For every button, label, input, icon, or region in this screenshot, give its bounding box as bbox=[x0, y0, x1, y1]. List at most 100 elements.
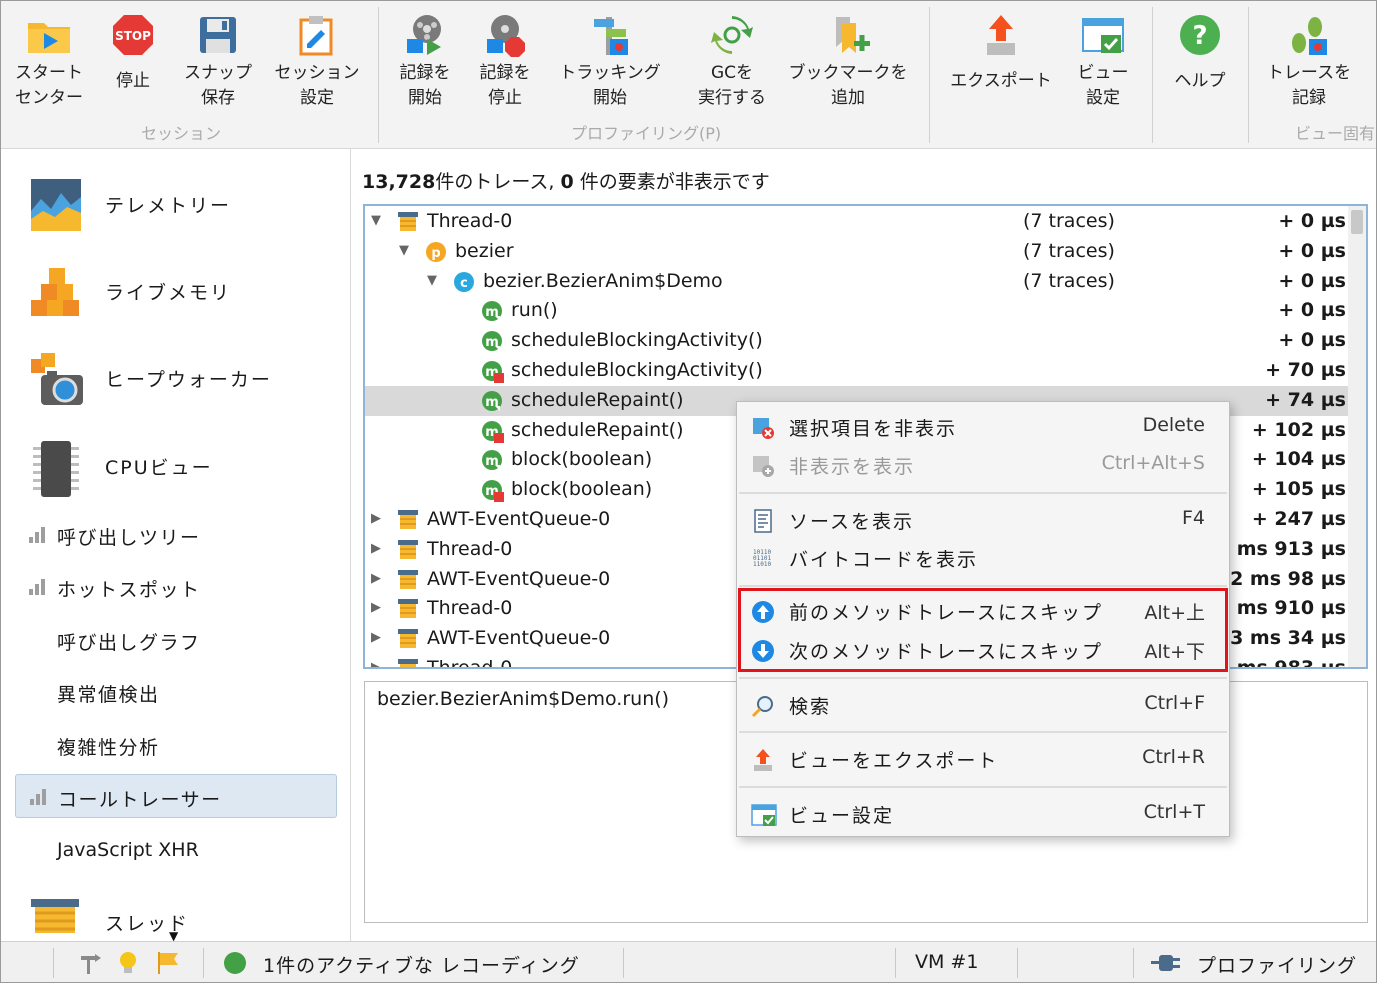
tree-row[interactable]: m scheduleBlockingActivity() + 0 µs bbox=[365, 326, 1350, 356]
lightbulb-icon[interactable] bbox=[117, 950, 139, 980]
status-separator bbox=[53, 948, 54, 978]
collapse-arrow-icon[interactable]: ▼ bbox=[427, 273, 441, 288]
summary-text: 件の要素が非表示です bbox=[573, 171, 770, 193]
expand-arrow-icon[interactable]: ▶ bbox=[371, 601, 385, 615]
save-snapshot-button[interactable]: スナップ 保存 bbox=[177, 7, 259, 115]
trace-detail-text: bezier.BezierAnim$Demo.run() bbox=[377, 688, 670, 710]
thread-icon bbox=[397, 569, 419, 591]
sidebar: テレメトリー ライブメモリ ヒープウォーカー CPUビュー 呼び出しツリー ホッ… bbox=[1, 149, 351, 941]
menu-item-show-hidden[interactable]: 非表示を表示 Ctrl+Alt+S bbox=[737, 446, 1229, 484]
menu-item-show-bytecode[interactable]: 10110 01101 11010 バイトコードを表示 bbox=[737, 539, 1229, 577]
sidebar-item-cpu-views[interactable]: CPUビュー bbox=[1, 425, 350, 505]
tree-row[interactable]: ▼ c bezier.BezierAnim$Demo (7 traces) + 0 µs bbox=[365, 267, 1350, 297]
status-separator bbox=[1133, 948, 1134, 978]
svg-text:STOP: STOP bbox=[115, 29, 151, 43]
profiler-window: スタート センター STOP 停止 スナップ 保存 セッション 設定 セッション bbox=[0, 0, 1377, 983]
expand-arrow-icon[interactable]: ▶ bbox=[371, 661, 385, 668]
tree-scrollbar[interactable] bbox=[1348, 206, 1366, 667]
tree-row-name: scheduleBlockingActivity() bbox=[511, 359, 763, 381]
collapse-arrow-icon[interactable]: ▼ bbox=[371, 214, 385, 228]
start-recording-button[interactable]: 記録を 開始 bbox=[389, 7, 461, 115]
menu-item-view-settings[interactable]: ビュー設定 Ctrl+T bbox=[737, 795, 1229, 833]
stop-button[interactable]: STOP 停止 bbox=[97, 7, 169, 115]
svg-text:11010: 11010 bbox=[753, 561, 771, 568]
tree-row-time: + 0 µs bbox=[1278, 329, 1346, 352]
sidebar-item-hot-spots[interactable]: ホットスポット bbox=[15, 565, 337, 609]
profiling-group-label: プロファイリング(P) bbox=[571, 124, 722, 143]
tree-row[interactable]: ▼ Thread-0 (7 traces) + 0 µs bbox=[365, 207, 1350, 237]
threads-icon bbox=[29, 897, 83, 941]
class-icon: c bbox=[453, 271, 475, 293]
flag-icon[interactable] bbox=[155, 950, 181, 980]
telemetry-icon bbox=[29, 177, 83, 231]
tree-row-name: AWT-EventQueue-0 bbox=[427, 508, 611, 530]
run-gc-button[interactable]: GCを 実行する bbox=[691, 7, 773, 115]
tree-row-name: scheduleRepaint() bbox=[511, 418, 684, 441]
bar-chart-icon bbox=[30, 789, 48, 805]
plug-icon bbox=[1151, 951, 1181, 979]
method-exit-icon: m bbox=[481, 360, 504, 383]
tree-row-trace-count: (7 traces) bbox=[1023, 210, 1115, 232]
menu-item-show-source[interactable]: ソースを表示 F4 bbox=[737, 501, 1229, 539]
expand-arrow-icon[interactable]: ▶ bbox=[371, 631, 385, 645]
method-exit-icon: m bbox=[481, 420, 504, 443]
tree-row-name: Thread-0 bbox=[427, 657, 513, 669]
sidebar-item-call-tree[interactable]: 呼び出しツリー bbox=[15, 513, 337, 557]
sidebar-item-outlier-detection[interactable]: 異常値検出 bbox=[15, 670, 337, 714]
session-group-label: セッション bbox=[141, 124, 222, 143]
tree-row-trace-count: (7 traces) bbox=[1023, 239, 1115, 262]
add-bookmark-button[interactable]: ブックマークを 追加 bbox=[781, 7, 915, 115]
tree-row-name: Thread-0 bbox=[427, 537, 513, 560]
menu-item-hide-selected[interactable]: 選択項目を非表示 Delete bbox=[737, 408, 1229, 446]
method-icon: m bbox=[481, 390, 503, 412]
sidebar-item-live-memory[interactable]: ライブメモリ bbox=[1, 250, 350, 330]
collapse-arrow-icon[interactable]: ▼ bbox=[399, 243, 413, 258]
expand-arrow-icon[interactable]: ▶ bbox=[371, 541, 385, 556]
tree-row-name: block(boolean) bbox=[511, 478, 653, 501]
show-bytecode-icon: 10110 01101 11010 bbox=[751, 547, 775, 571]
session-settings-button[interactable]: セッション 設定 bbox=[267, 7, 367, 115]
record-traces-button[interactable]: トレースを 記録 bbox=[1257, 7, 1361, 115]
sidebar-item-javascript-xhr[interactable]: JavaScript XHR bbox=[15, 829, 337, 873]
scroll-down-icon[interactable]: ▼ bbox=[169, 929, 178, 941]
sidebar-item-call-tracer[interactable]: コールトレーサー bbox=[15, 774, 337, 818]
cpu-views-icon bbox=[29, 439, 83, 497]
tree-row[interactable]: ▼ p bezier (7 traces) + 0 µs bbox=[365, 237, 1350, 267]
start-center-icon bbox=[25, 11, 73, 59]
svg-text:?: ? bbox=[1192, 21, 1207, 51]
sidebar-item-complexity-analysis[interactable]: 複雑性分析 bbox=[15, 723, 337, 767]
vm-indicator: VM #1 bbox=[915, 951, 979, 973]
show-hidden-icon bbox=[751, 454, 775, 478]
scrollbar-thumb[interactable] bbox=[1351, 210, 1363, 234]
view-settings-button[interactable]: ビュー 設定 bbox=[1067, 7, 1139, 115]
expand-arrow-icon[interactable]: ▶ bbox=[371, 571, 385, 586]
recording-status-icon bbox=[224, 952, 246, 974]
hide-selected-icon bbox=[751, 416, 775, 440]
menu-item-export-view[interactable]: ビューをエクスポート Ctrl+R bbox=[737, 740, 1229, 778]
method-icon: m bbox=[481, 449, 503, 471]
stop-recording-button[interactable]: 記録を 停止 bbox=[469, 7, 541, 115]
thread-icon bbox=[397, 598, 419, 620]
summary-text: 件のトレース, bbox=[435, 171, 561, 193]
pin-icon[interactable] bbox=[77, 950, 103, 980]
sidebar-item-telemetry[interactable]: テレメトリー bbox=[1, 163, 350, 243]
tree-row[interactable]: m scheduleBlockingActivity() + 70 µs bbox=[365, 356, 1350, 386]
start-tracking-button[interactable]: トラッキング 開始 bbox=[549, 7, 671, 115]
package-icon: p bbox=[425, 241, 447, 263]
tree-row-name: bezier.BezierAnim$Demo bbox=[483, 269, 723, 292]
sidebar-item-heap-walker[interactable]: ヒープウォーカー bbox=[1, 337, 350, 417]
export-button[interactable]: エクスポート bbox=[941, 7, 1061, 115]
live-memory-icon bbox=[29, 264, 83, 318]
help-button[interactable]: ? ヘルプ bbox=[1161, 7, 1239, 115]
menu-separator bbox=[739, 731, 1227, 733]
tree-row-time: + 0 µs bbox=[1278, 299, 1346, 322]
expand-arrow-icon[interactable]: ▶ bbox=[371, 512, 385, 526]
toolbar-separator bbox=[929, 7, 930, 143]
start-center-button[interactable]: スタート センター bbox=[9, 7, 89, 115]
sidebar-item-call-graph[interactable]: 呼び出しグラフ bbox=[15, 618, 337, 662]
tree-row[interactable]: m run() + 0 µs bbox=[365, 296, 1350, 326]
method-icon: m bbox=[481, 300, 503, 322]
menu-item-find[interactable]: 検索 Ctrl+F bbox=[737, 686, 1229, 724]
show-source-icon bbox=[751, 509, 775, 533]
tree-row-time: + 104 µs bbox=[1251, 448, 1346, 471]
